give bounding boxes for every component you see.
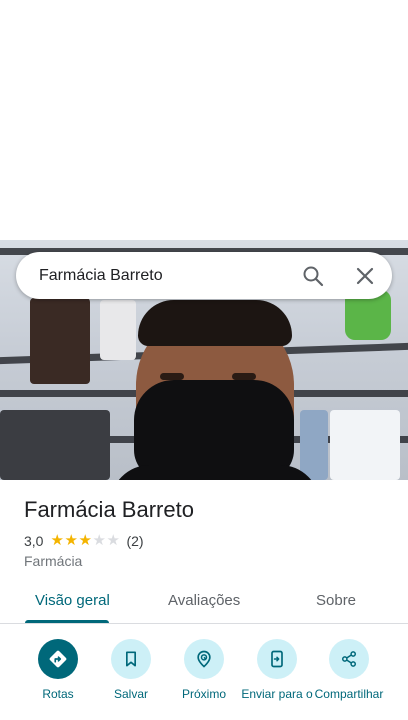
search-bar[interactable]: Farmácia Barreto: [16, 252, 392, 299]
photo-product: [300, 410, 328, 480]
close-icon[interactable]: [353, 264, 377, 288]
directions-button[interactable]: Rotas: [20, 639, 96, 702]
save-button[interactable]: Salvar: [93, 639, 169, 702]
tab-overview[interactable]: Visão geral: [35, 592, 110, 609]
star-empty-icon: ★: [106, 532, 120, 549]
photo-person-eye: [160, 373, 184, 380]
search-input[interactable]: Farmácia Barreto: [39, 267, 392, 285]
photo-product: [0, 410, 110, 480]
star-filled-icon: ★: [78, 532, 92, 549]
tab-bar: Visão geral Avaliações Sobre: [0, 580, 408, 624]
action-bar: Rotas Salvar Próximo Enviar para o Compa…: [0, 636, 408, 720]
star-filled-icon: ★: [50, 532, 64, 549]
bookmark-icon: [111, 639, 151, 679]
photo-person-hair: [138, 300, 292, 346]
share-icon: [329, 639, 369, 679]
share-label: Compartilhar: [314, 687, 384, 701]
place-category[interactable]: Farmácia: [24, 553, 82, 569]
photo-product: [30, 298, 90, 384]
star-empty-icon: ★: [92, 532, 106, 549]
active-tab-indicator: [25, 620, 109, 623]
nearby-label: Próximo: [181, 687, 226, 701]
rating-value: 3,0: [24, 533, 44, 549]
photo-person-eye: [232, 373, 256, 380]
save-label: Salvar: [113, 687, 148, 701]
review-count[interactable]: (2): [126, 533, 143, 549]
directions-label: Rotas: [42, 687, 74, 701]
send-to-phone-icon: [257, 639, 297, 679]
place-page: Farmácia Barreto Farmácia Barreto 3,0 ★ ★…: [0, 0, 408, 720]
photo-person-shoulders: [110, 465, 320, 480]
photo-product: [100, 300, 136, 360]
star-filled-icon: ★: [64, 532, 78, 549]
nearby-button[interactable]: Próximo: [166, 639, 242, 702]
tab-about[interactable]: Sobre: [316, 592, 356, 609]
search-icon[interactable]: [301, 264, 325, 288]
send-to-phone-button[interactable]: Enviar para o: [239, 639, 315, 702]
place-title: Farmácia Barreto: [24, 497, 194, 522]
rating-stars: ★ ★ ★ ★ ★: [50, 532, 120, 549]
tab-reviews[interactable]: Avaliações: [168, 592, 240, 609]
nearby-icon: [184, 639, 224, 679]
directions-icon: [38, 639, 78, 679]
photo-product: [330, 410, 400, 480]
share-button[interactable]: Compartilhar: [311, 639, 387, 702]
send-to-phone-label: Enviar para o: [241, 687, 313, 701]
rating-row[interactable]: 3,0 ★ ★ ★ ★ ★ (2): [24, 532, 144, 550]
